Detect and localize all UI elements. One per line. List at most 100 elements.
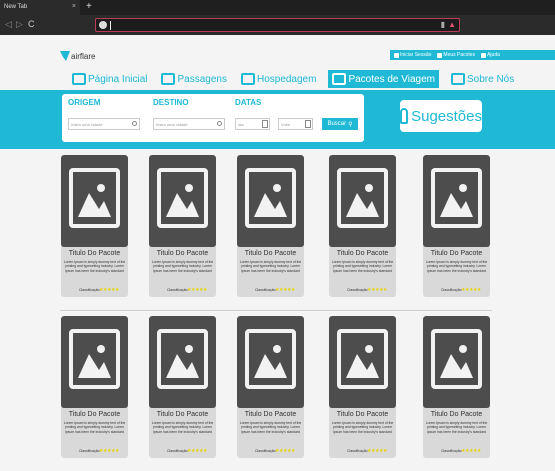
package-title[interactable]: Titulo Do Pacote bbox=[423, 250, 490, 257]
extension-icon[interactable]: ▲ bbox=[448, 20, 456, 29]
package-image[interactable] bbox=[61, 316, 128, 408]
suggestions-label: Sugestões bbox=[411, 107, 482, 125]
forward-icon[interactable]: ▷ bbox=[16, 19, 23, 30]
destination-input[interactable]: Insira uma cidade bbox=[153, 118, 225, 130]
rating-label: Classificação bbox=[441, 449, 462, 453]
address-bar[interactable]: ▮ ▲ bbox=[95, 18, 460, 32]
suitcase-icon bbox=[332, 73, 347, 85]
nav-lodging[interactable]: Hospedagem bbox=[239, 70, 318, 88]
origin-input[interactable]: Insira uma cidade bbox=[68, 118, 140, 130]
landscape-icon bbox=[254, 345, 287, 378]
package-title[interactable]: Titulo Do Pacote bbox=[423, 411, 490, 418]
package-card[interactable]: Titulo Do Pacote Lorem Ipsum is simply du… bbox=[423, 316, 490, 458]
landscape-icon bbox=[78, 184, 111, 217]
rating-stars: ★★★★★ bbox=[99, 287, 119, 293]
package-title[interactable]: Titulo Do Pacote bbox=[61, 250, 128, 257]
rating-stars: ★★★★★ bbox=[461, 448, 481, 454]
user-icon bbox=[394, 52, 399, 58]
landscape-icon bbox=[166, 184, 199, 217]
nav-about-label: Sobre Nós bbox=[467, 73, 515, 85]
package-title[interactable]: Titulo Do Pacote bbox=[61, 411, 128, 418]
package-image[interactable] bbox=[423, 316, 490, 408]
back-icon[interactable]: ◁ bbox=[5, 19, 12, 30]
landscape-icon bbox=[346, 345, 379, 378]
nav-lodging-label: Hospedagem bbox=[256, 73, 317, 85]
rating-label: Classificação bbox=[167, 449, 188, 453]
package-card[interactable]: Titulo Do Pacote Lorem Ipsum is simply du… bbox=[61, 155, 128, 297]
departure-date-input[interactable]: Ida bbox=[235, 118, 270, 130]
search-button-label: Buscar bbox=[327, 121, 347, 127]
package-title[interactable]: Titulo Do Pacote bbox=[329, 250, 396, 257]
package-card[interactable]: Titulo Do Pacote Lorem Ipsum is simply du… bbox=[61, 316, 128, 458]
origin-placeholder: Insira uma cidade bbox=[71, 122, 103, 127]
search-icon bbox=[217, 121, 222, 126]
logo-icon bbox=[60, 51, 70, 61]
browser-tab[interactable]: New Tab × bbox=[0, 0, 80, 15]
brand-name: airflare bbox=[71, 51, 96, 61]
nav-home-label: Página Inicial bbox=[88, 73, 148, 85]
departure-placeholder: Ida bbox=[238, 122, 244, 127]
site-info-icon[interactable] bbox=[99, 21, 107, 29]
brand-logo[interactable]: airflare bbox=[60, 51, 95, 61]
package-card[interactable]: Titulo Do Pacote Lorem Ipsum is simply du… bbox=[149, 316, 216, 458]
reload-icon[interactable]: C bbox=[28, 19, 35, 29]
rating-stars: ★★★★★ bbox=[275, 287, 295, 293]
login-link-label: Iniciar Sessão bbox=[400, 52, 432, 58]
package-title[interactable]: Titulo Do Pacote bbox=[237, 250, 304, 257]
login-link[interactable]: Iniciar Sessão bbox=[394, 52, 431, 58]
bookmark-icon[interactable]: ▮ bbox=[441, 20, 445, 29]
package-card[interactable]: Titulo Do Pacote Lorem Ipsum is simply du… bbox=[237, 155, 304, 297]
package-image[interactable] bbox=[237, 155, 304, 247]
nav-travel-packages[interactable]: Pacotes de Viagem bbox=[328, 70, 439, 88]
dates-label: DATAS bbox=[235, 98, 262, 107]
package-title[interactable]: Titulo Do Pacote bbox=[237, 411, 304, 418]
rating-label: Classificação bbox=[255, 288, 276, 292]
package-card[interactable]: Titulo Do Pacote Lorem Ipsum is simply du… bbox=[237, 316, 304, 458]
landscape-icon bbox=[440, 345, 473, 378]
package-description: Lorem Ipsum is simply dummy text of the … bbox=[425, 260, 488, 273]
my-packages-link[interactable]: Meus Pacotes bbox=[437, 52, 475, 58]
package-image[interactable] bbox=[329, 155, 396, 247]
package-image[interactable] bbox=[149, 155, 216, 247]
return-date-input[interactable]: Volta bbox=[278, 118, 313, 130]
package-card[interactable]: Titulo Do Pacote Lorem Ipsum is simply du… bbox=[329, 316, 396, 458]
text-cursor bbox=[110, 21, 111, 30]
package-image[interactable] bbox=[149, 316, 216, 408]
help-link[interactable]: Ajuda bbox=[481, 52, 500, 58]
search-button[interactable]: Buscar ⚲ bbox=[322, 118, 358, 130]
rating-stars: ★★★★★ bbox=[187, 448, 207, 454]
nav-tickets[interactable]: Passagens bbox=[159, 70, 228, 88]
package-card[interactable]: Titulo Do Pacote Lorem Ipsum is simply du… bbox=[329, 155, 396, 297]
search-icon bbox=[132, 121, 137, 126]
package-image[interactable] bbox=[237, 316, 304, 408]
suggestions-button[interactable]: Sugestões bbox=[400, 100, 482, 132]
main-nav: Página Inicial Passagens Hospedagem Paco… bbox=[70, 69, 516, 89]
people-icon bbox=[451, 73, 465, 85]
rating-label: Classificação bbox=[167, 288, 188, 292]
package-image[interactable] bbox=[423, 155, 490, 247]
package-image[interactable] bbox=[61, 155, 128, 247]
package-description: Lorem Ipsum is simply dummy text of the … bbox=[63, 421, 126, 434]
package-title[interactable]: Titulo Do Pacote bbox=[149, 250, 216, 257]
rating-label: Classificação bbox=[79, 288, 100, 292]
return-placeholder: Volta bbox=[281, 122, 290, 127]
image-placeholder-icon bbox=[69, 329, 120, 389]
package-title[interactable]: Titulo Do Pacote bbox=[149, 411, 216, 418]
rating-label: Classificação bbox=[347, 288, 368, 292]
browser-tabbar: New Tab × + bbox=[0, 0, 555, 15]
package-image[interactable] bbox=[329, 316, 396, 408]
close-icon[interactable]: × bbox=[72, 3, 76, 10]
package-title[interactable]: Titulo Do Pacote bbox=[329, 411, 396, 418]
nav-about[interactable]: Sobre Nós bbox=[449, 70, 516, 88]
rating-stars: ★★★★★ bbox=[461, 287, 481, 293]
rating-stars: ★★★★★ bbox=[187, 287, 207, 293]
landscape-icon bbox=[78, 345, 111, 378]
tab-title: New Tab bbox=[4, 4, 28, 10]
package-card[interactable]: Titulo Do Pacote Lorem Ipsum is simply du… bbox=[423, 155, 490, 297]
new-tab-button[interactable]: + bbox=[86, 1, 92, 12]
package-card[interactable]: Titulo Do Pacote Lorem Ipsum is simply du… bbox=[149, 155, 216, 297]
ticket-icon bbox=[161, 73, 176, 85]
landscape-icon bbox=[166, 345, 199, 378]
nav-home[interactable]: Página Inicial bbox=[70, 70, 149, 88]
image-placeholder-icon bbox=[69, 168, 120, 228]
